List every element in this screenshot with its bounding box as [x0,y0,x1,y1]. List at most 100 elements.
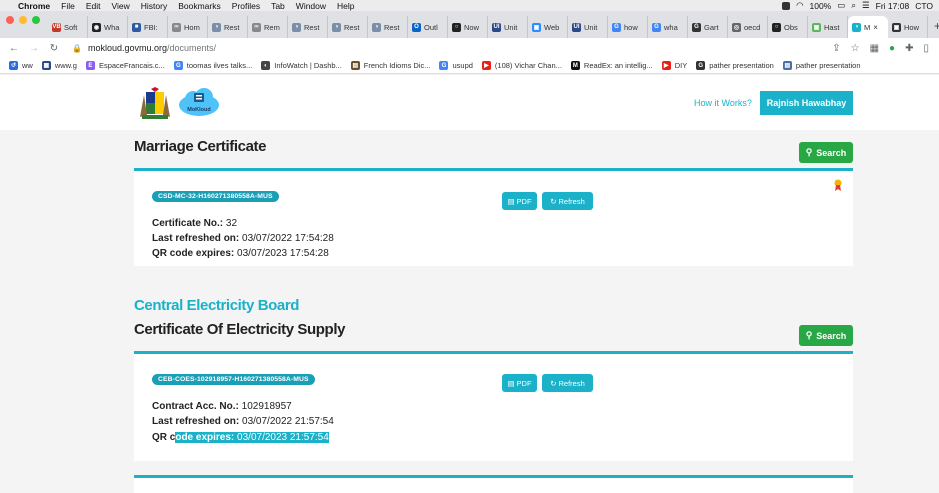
bookmark-item[interactable]: ▶ (108) Vichar Chan... [481,61,562,70]
bookmark-item[interactable]: ◐ InfoWatch | Dashb... [261,61,342,70]
browser-tab[interactable]: ◑ Rest [368,16,408,38]
tab-favicon-icon: ◑ [212,22,221,32]
control-center-icon[interactable]: ☰ [862,0,870,11]
bookmark-item[interactable]: ▤ pather presentation [782,61,861,70]
pdf-button-label: PDF [516,196,532,206]
tab-favicon-icon: ◉ [92,22,101,32]
bookmark-item[interactable]: ↺ ww [9,61,33,70]
browser-tab[interactable]: ▣ How [888,16,928,38]
menu-view[interactable]: View [111,1,129,11]
browser-tab[interactable]: ▣ Hast [808,16,848,38]
browser-tab[interactable]: ◑ Rest [328,16,368,38]
address-bar[interactable]: 🔒 mokloud.govmu.org/documents/ [72,40,832,56]
search-button-electricity-supply[interactable]: ⚲ Search [799,325,853,346]
file-icon: ▤ [507,378,515,388]
tab-label: M [864,22,871,32]
back-icon[interactable]: ← [8,43,20,54]
share-icon[interactable]: ⇪ [832,43,840,54]
browser-tab[interactable]: ◑ M × [848,16,888,38]
window-controls [0,15,48,34]
battery-icon[interactable]: ▭ [837,0,845,11]
browser-tab[interactable]: ○ Obs [768,16,808,38]
menu-edit[interactable]: Edit [86,1,101,11]
browser-tab[interactable]: UI Unit [488,16,528,38]
status-app-icon[interactable] [782,1,791,10]
bookmark-label: usupd [452,61,473,70]
browser-tab[interactable]: ▣ Web [528,16,568,38]
browser-toolbar: ← → ↻ 🔒 mokloud.govmu.org/documents/ ⇪ ☆… [0,38,939,58]
sidebar-icon[interactable]: ▯ [923,43,929,54]
browser-tab[interactable]: Gwha [648,16,688,38]
maximize-window-icon[interactable] [32,15,40,24]
browser-tab[interactable]: ■ FBI: [128,16,168,38]
reload-icon[interactable]: ↻ [48,43,60,54]
minimize-window-icon[interactable] [19,15,27,24]
bookmark-item[interactable]: ▤ French Idioms Dic... [350,61,430,70]
tab-favicon-icon: ◑ [292,22,301,32]
tab-favicon-icon: ◑ [372,22,381,32]
close-tab-icon[interactable]: × [873,23,878,32]
tab-favicon-icon: ◎ [732,22,741,32]
bookmark-item[interactable]: E EspaceFrancais.c... [85,61,165,70]
bookmark-item[interactable]: M ReadEx: an intellig... [570,61,653,70]
menu-help[interactable]: Help [337,1,354,11]
search-spotlight-icon[interactable]: ⌕ [851,0,856,11]
menu-profiles[interactable]: Profiles [232,1,260,11]
field-label-plain: QR c [152,432,176,443]
refresh-button[interactable]: ↻ Refresh [542,192,593,210]
bookmark-item[interactable]: ▶ DIY [661,61,687,70]
search-icon: ⚲ [805,147,813,157]
browser-tab[interactable]: O Outl [408,16,448,38]
extension-icon[interactable]: ▦ [870,43,879,54]
tab-favicon-icon: UI [492,22,501,32]
refresh-button[interactable]: ↻ Refresh [542,374,593,392]
tab-favicon-icon: ∞ [172,22,181,32]
forward-icon[interactable]: → [28,43,40,54]
menu-history[interactable]: History [141,1,167,11]
browser-tab[interactable]: ◉ Wha [88,16,128,38]
mauritius-coat-of-arms-icon[interactable] [136,87,174,121]
battery-percent: 100% [809,0,832,11]
menubar-user[interactable]: CTO [915,1,933,11]
browser-tab[interactable]: Ghow [608,16,648,38]
tab-favicon-icon: ○ [452,22,461,32]
tab-favicon-icon: O [412,22,421,32]
tab-label: Gart [704,22,719,32]
bookmark-item[interactable]: ▦ www.g [41,61,77,70]
browser-tab[interactable]: ◎ oecd [728,16,768,38]
bookmark-item[interactable]: Gtoomas ilves talks... [173,61,252,70]
browser-tab[interactable]: VB Soft [48,16,88,38]
mokloud-logo-icon[interactable]: MoKloud [177,87,221,119]
browser-tab[interactable]: ◑ Rest [288,16,328,38]
lock-icon[interactable]: 🔒 [72,44,82,53]
menu-file[interactable]: File [61,1,75,11]
pdf-button[interactable]: ▤ PDF [502,374,537,392]
new-tab-icon[interactable]: + [934,19,939,33]
search-button-marriage-certificate[interactable]: ⚲ Search [799,142,853,163]
profile-avatar-icon[interactable]: ● [889,43,895,54]
bookmark-item[interactable]: Gpather presentation [696,61,774,70]
browser-tab[interactable]: UI Unit [568,16,608,38]
menu-app-chrome[interactable]: Chrome [18,1,50,11]
browser-tab[interactable]: G Gart [688,16,728,38]
puzzle-extensions-icon[interactable]: ✚ [905,43,913,54]
user-account-button[interactable]: Rajnish Hawabhay [760,91,853,115]
clock[interactable]: Fri 17:08 [876,1,910,11]
browser-tab[interactable]: ◑ Rest [208,16,248,38]
browser-tab[interactable]: ∞ Rem [248,16,288,38]
document-card-electricity-supply: CEB-COES-102918957-H160271380558A-MUS ▤ P… [134,351,853,461]
bookmark-item[interactable]: Gusupd [439,61,473,70]
tab-label: Outl [424,22,438,32]
how-it-works-link[interactable]: How it Works? [694,98,752,108]
menu-window[interactable]: Window [296,1,326,11]
browser-tab[interactable]: ∞ Hom [168,16,208,38]
close-window-icon[interactable] [6,15,14,24]
bookmark-star-icon[interactable]: ☆ [851,43,860,54]
browser-tab[interactable]: ○ Now [448,16,488,38]
wifi-icon[interactable]: ◠ [796,0,803,11]
tab-strip: VB Soft ◉ Wha ■ FBI: ∞ Hom ◑ Rest ∞ Rem ◑ Rest ◑ Rest ◑ R… [0,11,939,38]
pdf-button[interactable]: ▤ PDF [502,192,537,210]
menu-bookmarks[interactable]: Bookmarks [178,1,221,11]
menu-tab[interactable]: Tab [271,1,285,11]
tab-favicon-icon: G [692,22,701,32]
